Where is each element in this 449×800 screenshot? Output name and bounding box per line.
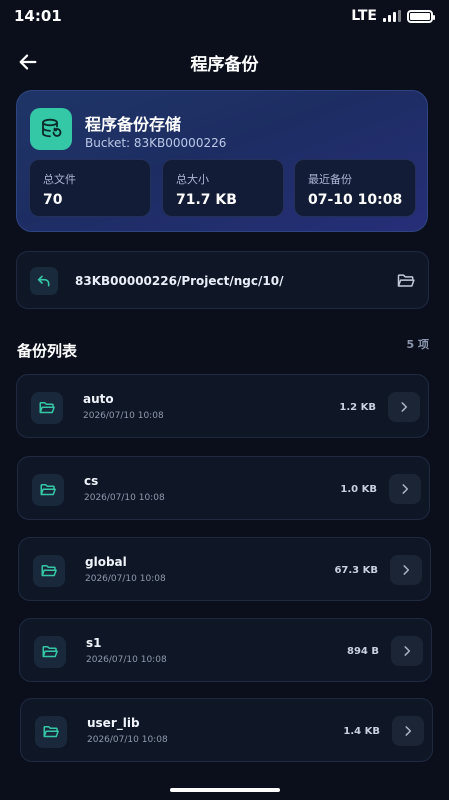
- open-backup-button[interactable]: [392, 716, 424, 746]
- chevron-right-icon: [403, 565, 410, 575]
- backup-name: user_lib: [87, 716, 140, 730]
- go-up-button[interactable]: [30, 267, 58, 295]
- status-indicators: LTE: [351, 8, 435, 24]
- back-button[interactable]: [14, 48, 42, 76]
- return-up-icon: [37, 275, 50, 287]
- path-bar: 83KB00000226/Project/ngc/10/: [16, 251, 429, 309]
- chevron-right-icon: [405, 726, 412, 736]
- folder-icon: [31, 392, 63, 424]
- backup-date: 2026/07/10 10:08: [84, 493, 165, 503]
- backup-name: auto: [83, 392, 114, 406]
- signal-bars-icon: [383, 10, 401, 22]
- status-time: 14:01: [14, 7, 62, 25]
- stat-label: 总文件: [43, 173, 76, 186]
- open-backup-button[interactable]: [391, 636, 423, 666]
- backup-size: 67.3 KB: [334, 565, 378, 576]
- open-backup-button[interactable]: [390, 555, 422, 585]
- backup-name: s1: [86, 636, 102, 650]
- stat-total-size: 总大小 71.7 KB: [162, 159, 284, 217]
- home-indicator[interactable]: [170, 788, 280, 792]
- chevron-right-icon: [401, 402, 408, 412]
- backup-date: 2026/07/10 10:08: [83, 411, 164, 421]
- folder-icon: [33, 555, 65, 587]
- status-bar: 14:01 LTE: [0, 0, 449, 32]
- folder-icon: [34, 636, 66, 668]
- chevron-right-icon: [404, 646, 411, 656]
- stat-value: 70: [43, 192, 63, 208]
- backup-list-title: 备份列表: [17, 342, 78, 360]
- backup-item-s1[interactable]: s1 2026/07/10 10:08 894 B: [19, 618, 432, 682]
- current-path: 83KB00000226/Project/ngc/10/: [75, 274, 284, 288]
- backup-item-global[interactable]: global 2026/07/10 10:08 67.3 KB: [18, 537, 431, 601]
- folder-icon: [32, 474, 64, 506]
- battery-icon: [407, 9, 435, 23]
- backup-item-cs[interactable]: cs 2026/07/10 10:08 1.0 KB: [17, 456, 430, 520]
- open-backup-button[interactable]: [389, 474, 421, 504]
- stat-total-files: 总文件 70: [29, 159, 151, 217]
- stat-value: 07-10 10:08: [308, 192, 403, 208]
- backup-date: 2026/07/10 10:08: [87, 735, 168, 745]
- stat-label: 总大小: [176, 173, 209, 186]
- backup-date: 2026/07/10 10:08: [85, 574, 166, 584]
- backup-name: cs: [84, 474, 99, 488]
- chevron-right-icon: [402, 484, 409, 494]
- stat-last-backup: 最近备份 07-10 10:08: [294, 159, 416, 217]
- folder-icon: [35, 716, 67, 748]
- browse-folder-button[interactable]: [394, 269, 418, 293]
- backup-item-auto[interactable]: auto 2026/07/10 10:08 1.2 KB: [16, 374, 429, 438]
- network-type: LTE: [351, 8, 377, 24]
- backup-size: 894 B: [347, 646, 379, 657]
- stat-value: 71.7 KB: [176, 192, 237, 208]
- open-backup-button[interactable]: [388, 392, 420, 422]
- backup-name: global: [85, 555, 127, 569]
- backup-size: 1.0 KB: [340, 484, 377, 495]
- backup-date: 2026/07/10 10:08: [86, 655, 167, 665]
- page-title: 程序备份: [190, 54, 259, 75]
- backup-size: 1.4 KB: [343, 726, 380, 737]
- stat-label: 最近备份: [308, 173, 352, 186]
- backup-item-user-lib[interactable]: user_lib 2026/07/10 10:08 1.4 KB: [20, 698, 433, 762]
- arrow-left-icon: [19, 54, 37, 70]
- folder-open-icon: [397, 274, 415, 287]
- backup-size: 1.2 KB: [339, 402, 376, 413]
- bucket-label: Bucket: 83KB00000226: [85, 136, 227, 150]
- storage-summary-card: 程序备份存储 Bucket: 83KB00000226 总文件 70 总大小 7…: [16, 90, 428, 232]
- database-backup-icon: [30, 108, 72, 150]
- storage-title: 程序备份存储: [85, 115, 182, 134]
- app-header: 程序备份: [0, 42, 449, 82]
- backup-count: 5 项: [406, 338, 429, 351]
